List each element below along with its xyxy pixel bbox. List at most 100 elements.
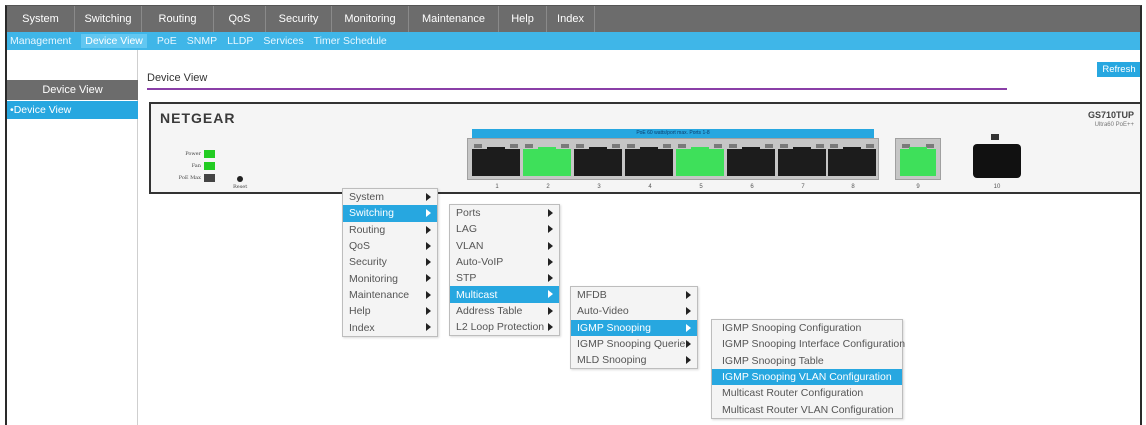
menu-item-multicast-router-vlan-configuration[interactable]: Multicast Router VLAN Configuration — [712, 401, 902, 417]
menu-item-label: IGMP Snooping Configuration — [722, 322, 862, 335]
menu-item-igmp-snooping-querier[interactable]: IGMP Snooping Querier — [571, 336, 697, 352]
port-indicator — [830, 144, 838, 148]
subnav-device-view[interactable]: Device View — [81, 34, 147, 48]
subnav-lldp[interactable]: LLDP — [227, 35, 253, 47]
refresh-button[interactable]: Refresh — [1097, 62, 1140, 77]
sfp-led-icon — [991, 134, 999, 140]
menu-item-help[interactable]: Help — [343, 303, 437, 319]
menu-item-address-table[interactable]: Address Table — [450, 303, 559, 319]
tab-help[interactable]: Help — [499, 6, 547, 32]
menu-item-igmp-snooping-configuration[interactable]: IGMP Snooping Configuration — [712, 320, 902, 336]
menu-item-ports[interactable]: Ports — [450, 205, 559, 221]
menu-item-lag[interactable]: LAG — [450, 221, 559, 237]
port-indicator — [576, 144, 584, 148]
menu-item-l2-loop-protection[interactable]: L2 Loop Protection — [450, 319, 559, 335]
port-2[interactable] — [523, 144, 571, 176]
menu-item-label: Auto-VoIP — [456, 256, 504, 269]
menu-item-igmp-snooping-vlan-configuration[interactable]: IGMP Snooping VLAN Configuration — [712, 368, 902, 386]
reset-button-icon — [237, 176, 243, 182]
port-indicator — [474, 144, 482, 148]
subnav-services[interactable]: Services — [263, 35, 303, 47]
tab-routing[interactable]: Routing — [142, 6, 214, 32]
tab-system[interactable]: System — [7, 6, 75, 32]
menu-level-3: MFDB Auto-Video IGMP Snooping IGMP Snoop… — [570, 286, 698, 370]
port-4[interactable] — [625, 144, 673, 176]
app-frame: System Switching Routing QoS Security Mo… — [5, 5, 1142, 425]
chevron-right-icon — [426, 193, 431, 201]
port-indicator — [714, 144, 722, 148]
port-9-block — [895, 138, 941, 180]
menu-item-vlan[interactable]: VLAN — [450, 238, 559, 254]
led-power: Power — [167, 150, 215, 158]
port-5[interactable] — [676, 144, 724, 176]
menu-item-label: System — [349, 191, 385, 204]
subnav-poe[interactable]: PoE — [157, 35, 177, 47]
tab-qos[interactable]: QoS — [214, 6, 266, 32]
port-indicator — [780, 144, 788, 148]
menu-item-security[interactable]: Security — [343, 254, 437, 270]
port-number: 9 — [916, 184, 920, 190]
menu-item-auto-voip[interactable]: Auto-VoIP — [450, 254, 559, 270]
menu-item-label: IGMP Snooping VLAN Configuration — [722, 371, 892, 384]
top-nav-filler — [595, 6, 1140, 32]
menu-item-routing[interactable]: Routing — [343, 222, 437, 238]
menu-item-igmp-snooping[interactable]: IGMP Snooping — [571, 319, 697, 336]
menu-item-stp[interactable]: STP — [450, 270, 559, 286]
port-6[interactable] — [727, 144, 775, 176]
menu-item-label: Multicast Router VLAN Configuration — [722, 403, 894, 416]
led-fan: Fan — [167, 162, 215, 170]
tab-security[interactable]: Security — [266, 6, 332, 32]
menu-item-auto-video[interactable]: Auto-Video — [571, 303, 697, 319]
menu-item-label: Maintenance — [349, 288, 410, 301]
model-label: GS710TUP Ultra60 PoE++ — [1088, 110, 1134, 130]
poe-banner: PoE 60 watts/port max. Ports 1-8 — [472, 129, 874, 138]
menu-item-label: LAG — [456, 223, 478, 236]
menu-item-label: Switching — [349, 207, 394, 220]
chevron-right-icon — [426, 258, 431, 267]
port-number: 4 — [648, 184, 652, 190]
chevron-right-icon — [686, 323, 691, 332]
port-8[interactable] — [828, 144, 876, 176]
tab-monitoring[interactable]: Monitoring — [332, 6, 409, 32]
port-indicator — [561, 144, 569, 148]
menu-item-igmp-snooping-interface-configuration[interactable]: IGMP Snooping Interface Configuration — [712, 336, 905, 352]
menu-item-label: MFDB — [577, 289, 607, 302]
menu-item-mld-snooping[interactable]: MLD Snooping — [571, 352, 697, 368]
sub-nav: Management Device View PoE SNMP LLDP Ser… — [7, 32, 1140, 50]
menu-item-monitoring[interactable]: Monitoring — [343, 270, 437, 286]
subnav-snmp[interactable]: SNMP — [187, 35, 217, 47]
menu-item-index[interactable]: Index — [343, 319, 437, 335]
sfp-port-10[interactable] — [973, 144, 1021, 178]
title-divider — [147, 88, 1007, 90]
chevron-right-icon — [548, 274, 553, 283]
menu-item-label: Monitoring — [349, 272, 399, 285]
model-subtitle: Ultra60 PoE++ — [1094, 122, 1134, 128]
menu-item-multicast-router-configuration[interactable]: Multicast Router Configuration — [712, 385, 902, 401]
tab-index[interactable]: Index — [547, 6, 595, 32]
menu-item-label: Security — [349, 256, 387, 269]
left-panel-heading: Device View — [7, 80, 138, 100]
menu-item-label: Multicast — [456, 288, 498, 301]
menu-item-maintenance[interactable]: Maintenance — [343, 287, 437, 303]
menu-item-multicast[interactable]: Multicast — [450, 286, 559, 303]
tab-maintenance[interactable]: Maintenance — [409, 6, 499, 32]
brand-logo: NETGEAR — [160, 110, 236, 126]
port-notch — [843, 147, 861, 154]
tab-switching[interactable]: Switching — [75, 6, 142, 32]
menu-item-qos[interactable]: QoS — [343, 238, 437, 254]
port-indicator — [510, 144, 518, 148]
menu-item-switching[interactable]: Switching — [343, 205, 437, 222]
left-panel-item-device-view[interactable]: • Device View — [7, 101, 138, 119]
port-notch — [640, 147, 658, 154]
menu-item-label: IGMP Snooping Table — [722, 354, 824, 367]
chevron-right-icon — [686, 307, 691, 316]
menu-item-igmp-snooping-table[interactable]: IGMP Snooping Table — [712, 353, 902, 369]
subnav-management[interactable]: Management — [10, 35, 71, 47]
subnav-timer-schedule[interactable]: Timer Schedule — [314, 35, 387, 47]
menu-item-mfdb[interactable]: MFDB — [571, 287, 697, 303]
port-1[interactable] — [472, 144, 520, 176]
menu-item-system[interactable]: System — [343, 189, 437, 205]
port-7[interactable] — [778, 144, 826, 176]
port-3[interactable] — [574, 144, 622, 176]
port-9[interactable] — [900, 144, 936, 176]
